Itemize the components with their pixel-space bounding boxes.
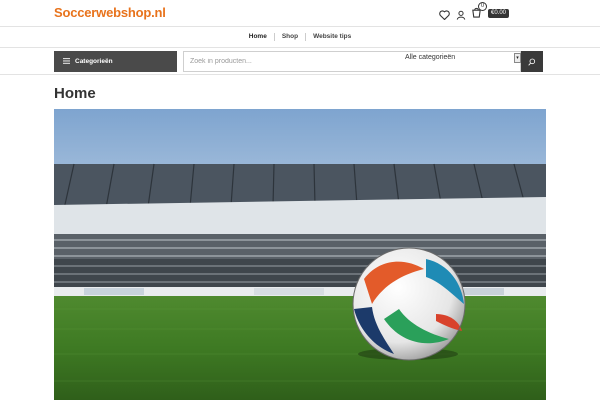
search-icon — [528, 53, 536, 71]
site-header: Soccerwebshop.nl 0 €0.00 — [0, 0, 600, 26]
menu-item-website-tips[interactable]: Website tips — [306, 28, 358, 46]
menu-divider — [0, 47, 600, 48]
site-logo[interactable]: Soccerwebshop.nl — [54, 5, 166, 20]
menu-item-home[interactable]: Home — [242, 28, 274, 46]
menu-item-shop[interactable]: Shop — [275, 28, 305, 46]
list-icon — [63, 57, 70, 66]
category-select-value: Alle categorieën — [405, 54, 456, 61]
hero-image — [54, 109, 546, 400]
heart-icon[interactable] — [439, 7, 451, 21]
page-title: Home — [54, 85, 96, 102]
main-menu: Home Shop Website tips — [0, 28, 600, 46]
cart-count-badge: 0 — [478, 2, 487, 11]
cart-total[interactable]: €0.00 — [488, 9, 510, 18]
search-input[interactable] — [190, 52, 390, 71]
categories-button[interactable]: Categorieën — [54, 51, 177, 72]
category-select[interactable]: Alle categorieën ▾ — [404, 53, 521, 65]
header-divider — [0, 26, 600, 27]
search-button[interactable] — [521, 51, 543, 72]
chevron-down-icon: ▾ — [514, 53, 521, 63]
search-divider — [0, 74, 600, 75]
search-form: Alle categorieën ▾ — [183, 51, 521, 72]
categories-button-label: Categorieën — [75, 58, 113, 65]
user-icon[interactable] — [456, 7, 468, 20]
